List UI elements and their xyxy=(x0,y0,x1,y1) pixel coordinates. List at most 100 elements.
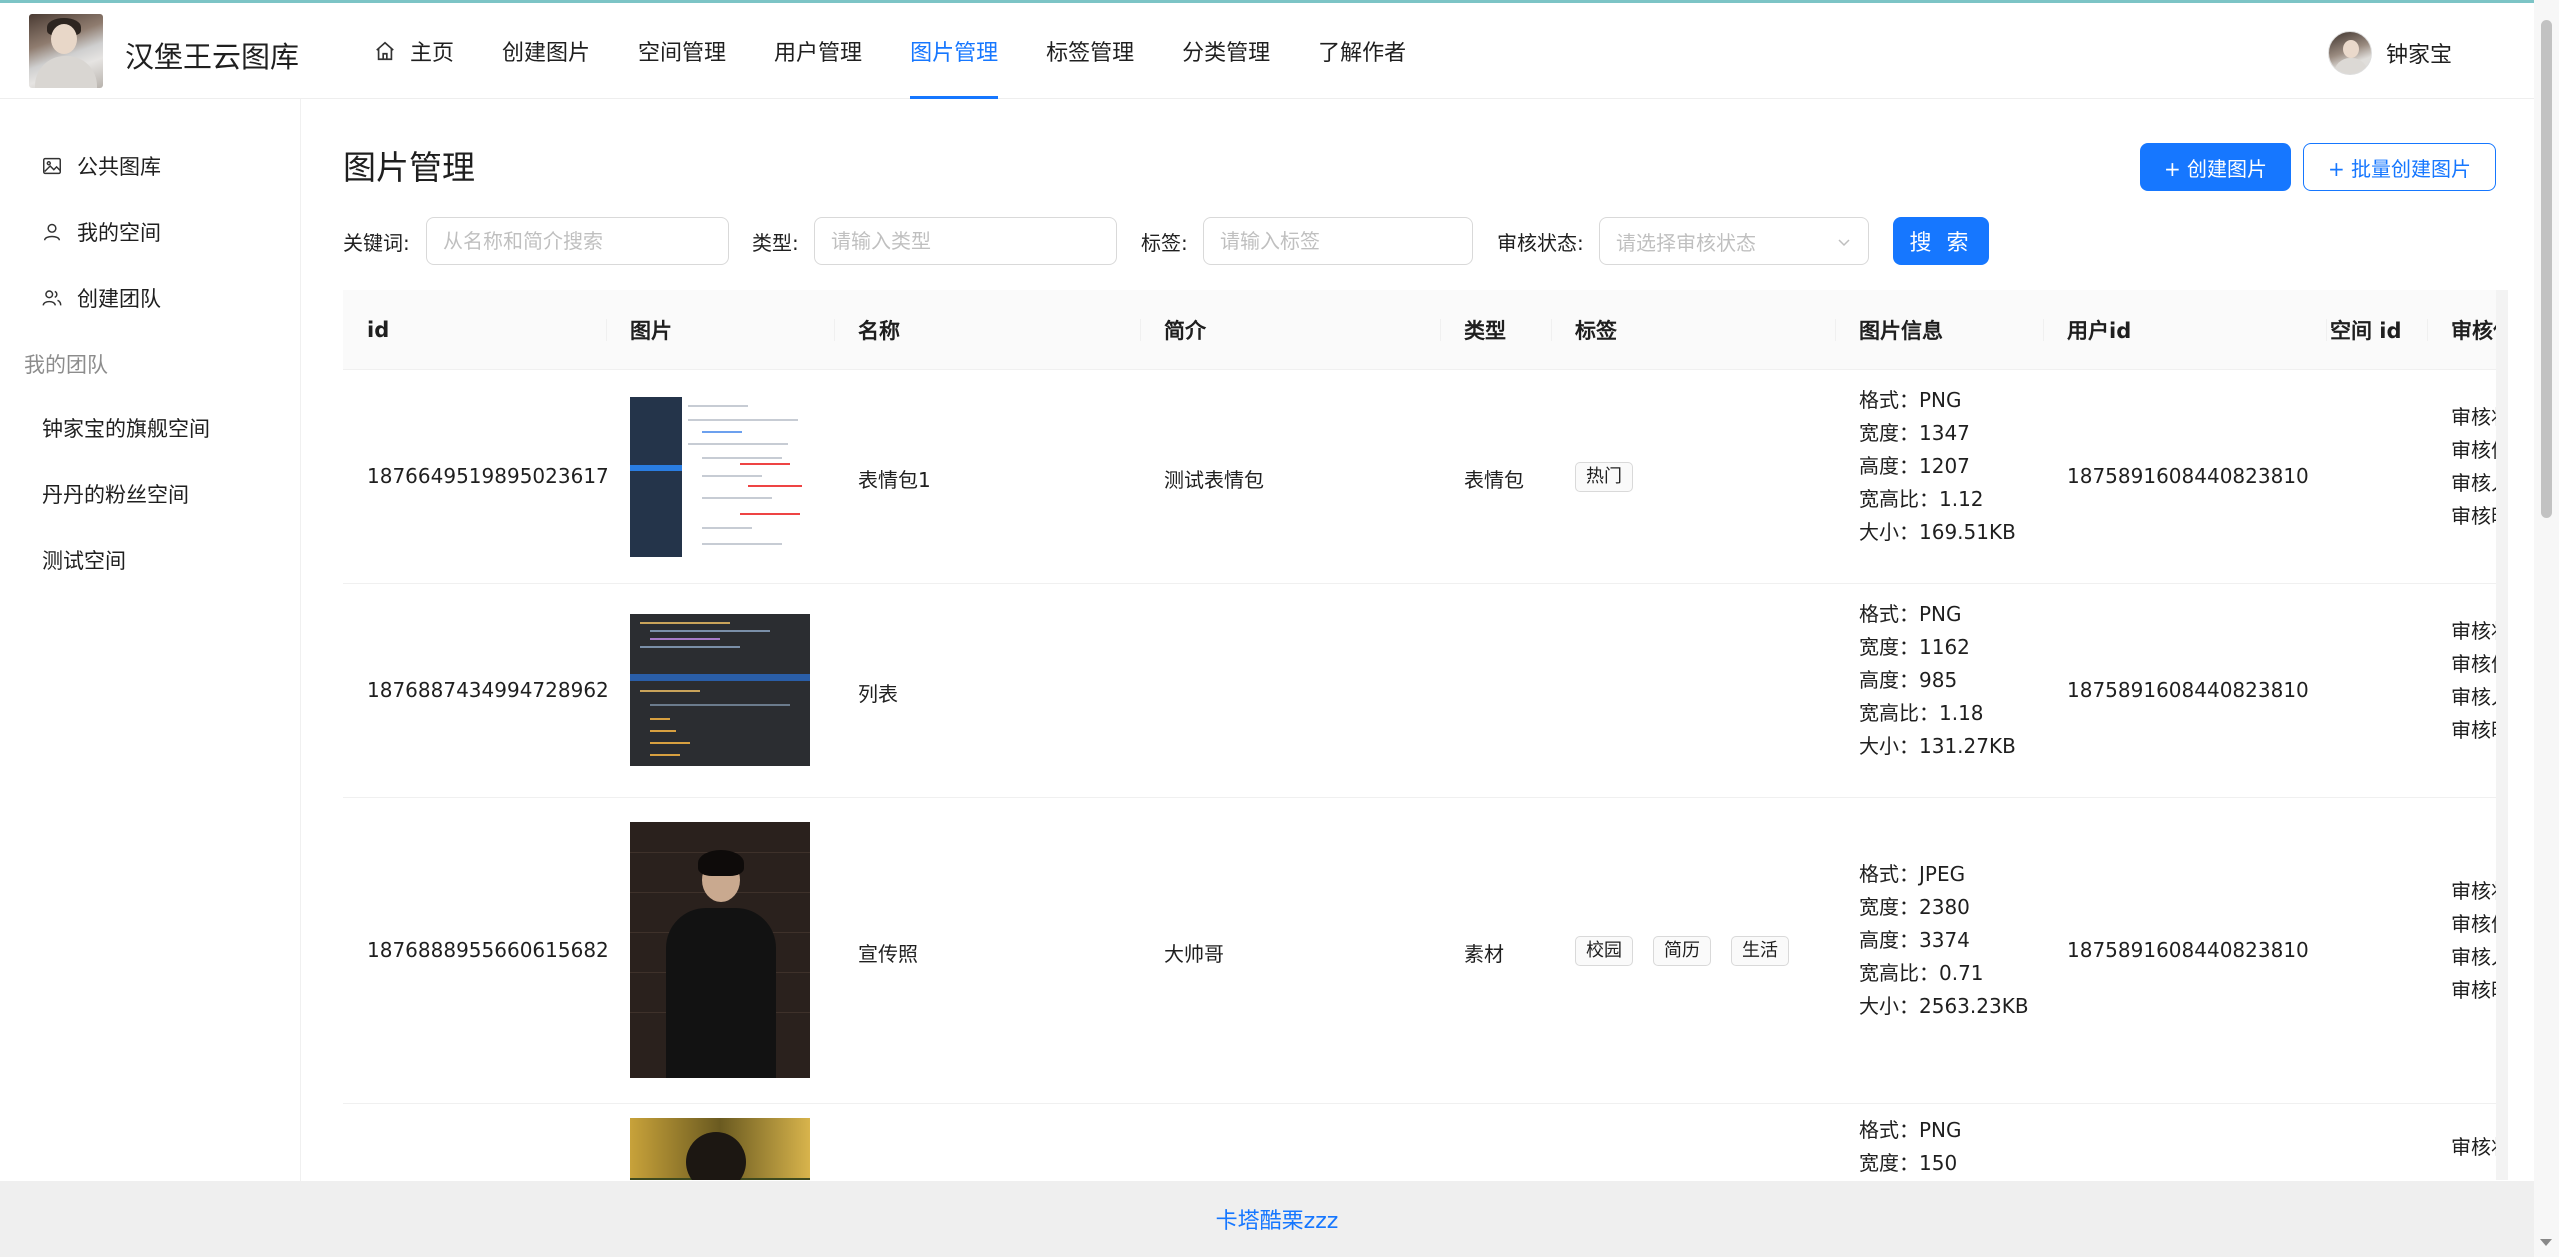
column-divider xyxy=(1551,319,1552,341)
picture-thumbnail[interactable] xyxy=(630,614,810,766)
thumb-code-line xyxy=(650,742,690,744)
info-height: 高度：1207 xyxy=(1859,454,1970,478)
sidebar-item-my-space[interactable]: 我的空间 xyxy=(0,207,301,257)
column-header-picture[interactable]: 图片 xyxy=(630,290,672,370)
column-header-category[interactable]: 类型 xyxy=(1464,290,1506,370)
user-menu[interactable]: 钟家宝 xyxy=(2328,31,2452,75)
column-header-tags[interactable]: 标签 xyxy=(1575,290,1617,370)
keyword-input[interactable] xyxy=(426,217,729,265)
audit-line: 审核状 xyxy=(2451,619,2496,643)
column-header-user-id[interactable]: 用户id xyxy=(2067,290,2131,370)
table-row[interactable]: 1876649519895023617 表情包1 测试表情包 表情包 热门 格式… xyxy=(343,370,2496,584)
top-nav: 主页 创建图片 空间管理 用户管理 图片管理 标签管理 分类管理 了解作者 xyxy=(350,3,1430,99)
sidebar-item-create-team[interactable]: 创建团队 xyxy=(0,273,301,323)
picture-thumbnail[interactable] xyxy=(630,822,810,1078)
cell-audit: 审核状 审核信 审核人 审核时 xyxy=(2451,401,2496,533)
nav-item-create-picture[interactable]: 创建图片 xyxy=(478,3,614,99)
search-button[interactable]: 搜 索 xyxy=(1893,217,1989,265)
cell-name: 表情包1 xyxy=(858,468,931,492)
cell-id: 1876649519895023617 xyxy=(367,464,609,488)
tags-input[interactable] xyxy=(1203,217,1473,265)
app-root: 汉堡王云图库 主页 创建图片 空间管理 用户管理 图片管理 标签管理 分类管理 … xyxy=(0,0,2559,1257)
info-height: 高度：3374 xyxy=(1859,928,1970,952)
nav-item-space-manage[interactable]: 空间管理 xyxy=(614,3,750,99)
site-title[interactable]: 汉堡王云图库 xyxy=(125,34,299,76)
sidebar-item-label: 公共图库 xyxy=(77,155,161,179)
sidebar-item-public-gallery[interactable]: 公共图库 xyxy=(0,141,301,191)
thumb-line xyxy=(688,405,748,407)
info-width: 宽度：1347 xyxy=(1859,421,1970,445)
scroll-down-arrow-icon[interactable] xyxy=(2536,1232,2556,1252)
column-header-name[interactable]: 名称 xyxy=(858,290,900,370)
nav-item-about-author[interactable]: 了解作者 xyxy=(1294,3,1430,99)
sidebar-team-fans[interactable]: 丹丹的粉丝空间 xyxy=(0,469,301,519)
tag: 校园 xyxy=(1575,936,1633,966)
sidebar-item-label: 我的空间 xyxy=(77,221,161,245)
info-width: 宽度：150 xyxy=(1859,1151,1958,1175)
batch-create-picture-button[interactable]: + 批量创建图片 xyxy=(2303,143,2496,191)
nav-item-tag-manage[interactable]: 标签管理 xyxy=(1022,3,1158,99)
table-row[interactable]: 1876888955660615682 宣传照 大帅哥 素材 校园 简历 生活 格式… xyxy=(343,798,2496,1104)
picture-thumbnail[interactable] xyxy=(630,397,810,557)
column-header-audit[interactable]: 审核信息 xyxy=(2451,290,2496,370)
audit-line: 审核人 xyxy=(2451,945,2496,969)
table-scroll-track[interactable] xyxy=(2496,290,2508,1180)
tag: 简历 xyxy=(1653,936,1711,966)
table-row[interactable]: 格式：PNG 宽度：150 审核状 xyxy=(343,1104,2496,1180)
thumb-line xyxy=(702,497,772,499)
cell-audit: 审核状 审核信 审核人 审核时 xyxy=(2451,615,2496,747)
audit-line: 审核人 xyxy=(2451,471,2496,495)
table-row[interactable]: 1876887434994728962 列表 格式：PNG 宽度：1162 高度… xyxy=(343,584,2496,798)
sidebar-team-flagship[interactable]: 钟家宝的旗舰空间 xyxy=(0,403,301,453)
column-header-info[interactable]: 图片信息 xyxy=(1859,290,1943,370)
review-status-select[interactable]: 请选择审核状态 xyxy=(1599,217,1869,265)
cell-intro: 大帅哥 xyxy=(1164,942,1224,966)
info-width: 宽度：1162 xyxy=(1859,635,1970,659)
info-size: 大小：131.27KB xyxy=(1859,734,2016,758)
audit-line: 审核时 xyxy=(2451,718,2496,742)
audit-line: 审核信 xyxy=(2451,912,2496,936)
user-icon xyxy=(43,223,61,241)
cell-category: 表情包 xyxy=(1464,468,1524,492)
audit-line: 审核时 xyxy=(2451,504,2496,528)
column-header-id[interactable]: id xyxy=(367,290,389,370)
picture-table: id 图片 名称 简介 类型 标签 图片信息 用户id 空间 id 审核信息 1… xyxy=(343,290,2496,1180)
keyword-label: 关键词: xyxy=(343,231,410,255)
nav-item-home[interactable]: 主页 xyxy=(350,3,478,99)
column-header-space-id[interactable]: 空间 id xyxy=(2330,290,2402,370)
thumb-line xyxy=(702,457,782,459)
nav-item-user-manage[interactable]: 用户管理 xyxy=(750,3,886,99)
sidebar-item-label: 钟家宝的旗舰空间 xyxy=(42,417,210,441)
create-picture-button[interactable]: + 创建图片 xyxy=(2140,143,2291,191)
cell-category: 素材 xyxy=(1464,942,1504,966)
nav-item-category-manage[interactable]: 分类管理 xyxy=(1158,3,1294,99)
info-size: 大小：169.51KB xyxy=(1859,520,2016,544)
audit-line: 审核信 xyxy=(2451,652,2496,676)
footer: 卡塔酷栗zzz xyxy=(0,1181,2534,1257)
top-header: 汉堡王云图库 主页 创建图片 空间管理 用户管理 图片管理 标签管理 分类管理 … xyxy=(0,3,2534,99)
audit-line: 审核状 xyxy=(2451,405,2496,429)
picture-thumbnail[interactable] xyxy=(630,1118,810,1180)
category-input[interactable] xyxy=(814,217,1117,265)
thumb-line xyxy=(688,419,798,421)
cell-user-id: 1875891608440823810 xyxy=(2067,464,2309,488)
page-scrollbar[interactable] xyxy=(2534,0,2559,1257)
column-divider xyxy=(606,319,607,341)
sidebar-team-test[interactable]: 测试空间 xyxy=(0,535,301,585)
column-divider xyxy=(2427,319,2428,341)
info-format: 格式：PNG xyxy=(1859,1118,1962,1142)
chevron-down-icon xyxy=(1838,239,1850,247)
info-ratio: 宽高比：1.18 xyxy=(1859,701,1984,725)
site-logo[interactable] xyxy=(29,14,103,88)
page-scrollbar-thumb[interactable] xyxy=(2541,20,2552,518)
sidebar-item-label: 创建团队 xyxy=(77,287,161,311)
nav-label: 分类管理 xyxy=(1182,41,1271,66)
cell-id: 1876888955660615682 xyxy=(367,938,609,962)
column-header-intro[interactable]: 简介 xyxy=(1164,290,1206,370)
info-format: 格式：JPEG xyxy=(1859,862,1966,886)
avatar[interactable] xyxy=(2328,31,2372,75)
nav-item-picture-manage[interactable]: 图片管理 xyxy=(886,3,1022,99)
footer-author-link[interactable]: 卡塔酷栗zzz xyxy=(1216,1203,1339,1235)
thumb-code-line xyxy=(650,704,790,706)
thumb-annotation xyxy=(740,513,800,515)
